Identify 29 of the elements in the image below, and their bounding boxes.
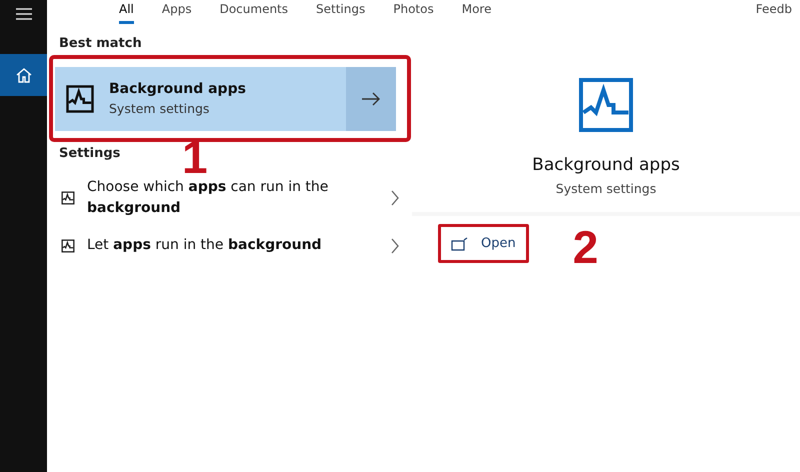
settings-result[interactable]: Let apps run in the background — [47, 227, 412, 264]
section-heading: Best match — [58, 36, 143, 51]
search-tab[interactable]: All — [119, 0, 134, 24]
home-icon — [14, 66, 32, 84]
open-window-icon — [451, 236, 469, 250]
arrow-icon — [361, 92, 381, 106]
app-subtitle: System settings — [556, 181, 656, 196]
section-heading: Settings — [58, 145, 120, 161]
step-number: 2 — [572, 224, 598, 270]
chevron-icon — [390, 238, 400, 254]
graph-icon — [61, 191, 75, 205]
graph-icon — [576, 75, 636, 135]
app-title: Background apps — [532, 155, 680, 175]
chevron-icon — [390, 190, 400, 206]
result-title: Background apps — [109, 81, 246, 97]
step-number: 1 — [182, 134, 208, 180]
feedback-link[interactable]: Feedb — [756, 0, 792, 16]
menu-icon[interactable] — [16, 8, 32, 20]
search-tab[interactable]: Documents — [220, 0, 288, 24]
result-subtitle: System settings — [109, 101, 210, 116]
open-button[interactable]: Open — [438, 224, 529, 263]
graph-icon — [61, 238, 75, 252]
search-tab[interactable]: Apps — [162, 0, 192, 24]
graph-icon — [65, 84, 95, 114]
search-tab[interactable]: More — [462, 0, 492, 24]
search-tab[interactable]: Photos — [393, 0, 434, 24]
search-tab[interactable]: Settings — [316, 0, 366, 24]
best-match-result[interactable]: Background apps System settings — [55, 66, 396, 130]
home-button[interactable] — [0, 54, 47, 96]
